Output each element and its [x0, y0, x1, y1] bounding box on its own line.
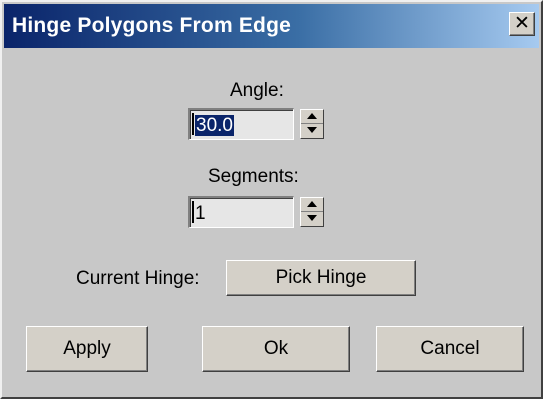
close-button[interactable]: ✕	[509, 12, 535, 36]
text-caret	[192, 113, 194, 135]
angle-label: Angle:	[230, 80, 284, 101]
close-icon: ✕	[514, 12, 530, 34]
window-title: Hinge Polygons From Edge	[12, 14, 291, 37]
segments-label: Segments:	[208, 166, 299, 187]
chevron-up-icon	[307, 201, 317, 207]
segments-input[interactable]: 1	[188, 196, 294, 228]
segments-decrement-button[interactable]	[301, 212, 323, 226]
angle-spinner: 30.0	[188, 108, 328, 140]
segments-increment-button[interactable]	[301, 198, 323, 212]
segments-value: 1	[195, 203, 206, 224]
pick-hinge-button[interactable]: Pick Hinge	[226, 260, 416, 296]
hinge-polygons-dialog: Hinge Polygons From Edge ✕ Angle: 30.0 S…	[0, 0, 543, 399]
angle-increment-button[interactable]	[301, 110, 323, 124]
angle-spin-buttons	[300, 109, 324, 139]
chevron-up-icon	[307, 113, 317, 119]
angle-decrement-button[interactable]	[301, 124, 323, 138]
text-caret	[192, 201, 194, 223]
segments-spinner: 1	[188, 196, 328, 228]
chevron-down-icon	[307, 215, 317, 221]
angle-input[interactable]: 30.0	[188, 108, 294, 140]
ok-button[interactable]: Ok	[202, 326, 350, 372]
apply-button[interactable]: Apply	[26, 326, 148, 372]
chevron-down-icon	[307, 127, 317, 133]
segments-spin-buttons	[300, 197, 324, 227]
current-hinge-label: Current Hinge:	[76, 268, 200, 289]
angle-value: 30.0	[195, 115, 234, 136]
title-bar[interactable]: Hinge Polygons From Edge ✕	[4, 4, 539, 48]
cancel-button[interactable]: Cancel	[376, 326, 524, 372]
